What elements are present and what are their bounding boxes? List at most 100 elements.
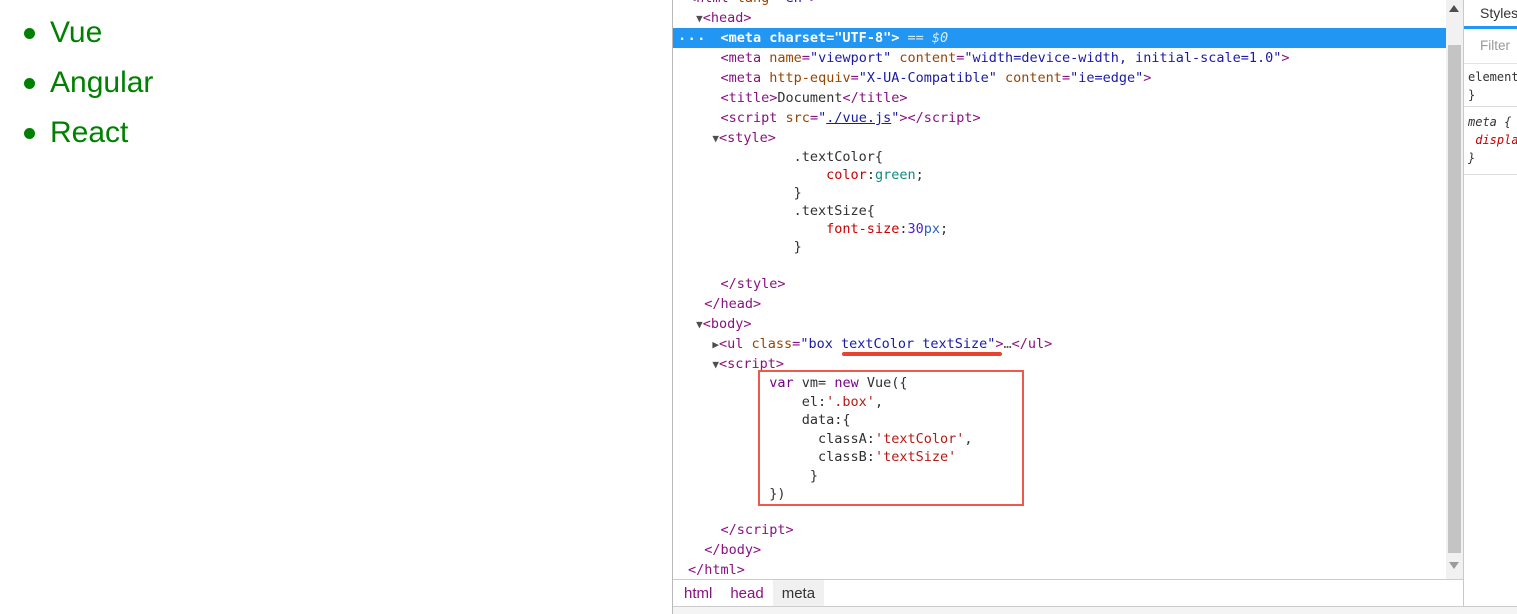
code-segment: .textSize{ <box>688 203 875 219</box>
code-segment: } <box>688 239 802 255</box>
code-segment <box>688 221 826 237</box>
style-rule[interactable]: element.style {} <box>1464 64 1517 107</box>
code-segment: <head> <box>703 10 752 26</box>
code-segment: : <box>867 167 875 183</box>
styles-sidebar: Styles Filter element.style {}meta { dis… <box>1463 0 1517 614</box>
code-segment <box>688 110 721 126</box>
dom-tree-row[interactable]: .textColor{ <box>673 148 1446 166</box>
code-segment: </head> <box>704 296 761 312</box>
code-segment: Document <box>777 90 842 106</box>
code-segment: "en" <box>777 0 810 6</box>
selected-row-gutter-dots-icon[interactable]: ... <box>678 26 707 46</box>
code-segment: == <box>907 30 931 46</box>
code-segment: = <box>851 70 859 86</box>
code-segment: </ul> <box>1012 336 1053 352</box>
dom-tree-row-selected[interactable]: <meta charset="UTF-8"> == $0... <box>673 28 1446 48</box>
dom-tree-row[interactable]: .textSize{ <box>673 202 1446 220</box>
code-segment: <meta <box>721 50 770 66</box>
dom-tree-row[interactable]: </script> <box>673 520 1446 540</box>
code-segment: <style> <box>719 130 776 146</box>
code-segment: ; <box>940 221 948 237</box>
styles-sections: element.style {}meta { display: none;} <box>1464 64 1517 175</box>
breadcrumb-item-head[interactable]: head <box>721 580 772 607</box>
style-rule[interactable]: meta { display: none;} <box>1464 107 1517 175</box>
elements-scrollbar[interactable] <box>1446 0 1463 579</box>
scrollbar-up-arrow-icon[interactable] <box>1449 5 1459 12</box>
code-segment: content <box>899 50 956 66</box>
scrollbar-thumb[interactable] <box>1448 45 1461 553</box>
bullet-icon <box>24 78 35 89</box>
drawer-strip <box>673 606 1517 614</box>
style-rule-line: display: none; <box>1468 131 1517 149</box>
code-segment: … <box>1004 336 1012 352</box>
dom-tree-row[interactable]: <meta name="viewport" content="width=dev… <box>673 48 1446 68</box>
code-segment: " <box>818 110 826 126</box>
dom-tree-row[interactable]: <html lang="en"> <box>673 0 1446 8</box>
dom-tree-row[interactable] <box>673 256 1446 274</box>
code-segment <box>688 90 721 106</box>
dom-tree-row[interactable]: ▼<style> <box>673 128 1446 148</box>
code-segment: "box textColor textSize" <box>800 336 995 352</box>
code-segment: content <box>1005 70 1062 86</box>
code-segment <box>688 296 704 312</box>
code-segment: > <box>1281 50 1289 66</box>
list-item: Vue <box>0 8 672 58</box>
bullet-icon <box>24 128 35 139</box>
code-segment: <html <box>688 0 737 6</box>
code-segment: name <box>769 50 802 66</box>
scrollbar-down-arrow-icon[interactable] <box>1449 562 1459 569</box>
style-rule-line: element.style { <box>1468 68 1517 86</box>
code-segment: $0 <box>932 30 948 46</box>
code-segment: } <box>688 185 802 201</box>
dom-tree-row[interactable]: </body> <box>673 540 1446 560</box>
code-segment: class <box>752 336 793 352</box>
code-segment: font-size <box>826 221 899 237</box>
dom-tree-row[interactable]: } <box>673 238 1446 256</box>
dom-tree-row[interactable]: ▼<body> <box>673 314 1446 334</box>
code-segment <box>688 130 712 146</box>
breadcrumb: htmlheadmeta <box>673 579 1465 607</box>
code-segment: http-equiv <box>769 70 850 86</box>
dom-tree-row[interactable]: font-size:30px; <box>673 220 1446 238</box>
dom-tree-row[interactable]: </style> <box>673 274 1446 294</box>
list-item-text: React <box>50 118 128 148</box>
code-segment: ▼ <box>696 318 703 331</box>
dom-tree-row[interactable]: <title>Document</title> <box>673 88 1446 108</box>
dom-tree-row[interactable]: color:green; <box>673 166 1446 184</box>
dom-tree-row[interactable]: } <box>673 184 1446 202</box>
tab-styles[interactable]: Styles <box>1464 0 1517 27</box>
annotation-box <box>758 370 1024 506</box>
code-segment <box>997 70 1005 86</box>
code-segment <box>688 70 721 86</box>
dom-tree-row[interactable]: ▼<head> <box>673 8 1446 28</box>
styles-filter-input[interactable]: Filter <box>1464 29 1517 63</box>
code-segment: 30 <box>907 221 923 237</box>
code-segment: <meta <box>721 70 770 86</box>
breadcrumb-item-meta[interactable]: meta <box>773 580 824 607</box>
code-segment <box>688 522 721 538</box>
code-segment: = <box>1062 70 1070 86</box>
dom-tree-row[interactable]: ▶<ul class="box textColor textSize">…</u… <box>673 334 1446 354</box>
code-segment: <body> <box>703 316 752 332</box>
code-segment: </script> <box>908 110 981 126</box>
code-segment: > <box>810 0 818 6</box>
dom-tree-row[interactable]: </head> <box>673 294 1446 314</box>
style-rule-line: } <box>1468 149 1517 167</box>
code-segment <box>688 356 712 372</box>
code-segment: > <box>1143 70 1151 86</box>
breadcrumb-item-html[interactable]: html <box>675 580 721 607</box>
dom-tree-row[interactable]: </html> <box>673 560 1446 580</box>
code-segment <box>688 167 826 183</box>
style-rule-line: meta { <box>1468 113 1517 131</box>
dom-tree-row[interactable]: <script src="./vue.js"></script> <box>673 108 1446 128</box>
code-segment: <script <box>721 110 786 126</box>
code-segment: = <box>810 110 818 126</box>
dom-tree-row[interactable]: <meta http-equiv="X-UA-Compatible" conte… <box>673 68 1446 88</box>
style-rule-line: } <box>1468 86 1517 104</box>
code-segment: > <box>899 110 907 126</box>
code-segment: </style> <box>721 276 786 292</box>
list-item-text: Angular <box>50 68 153 98</box>
code-segment: </title> <box>842 90 907 106</box>
list-item-text: Vue <box>50 18 102 48</box>
bullet-icon <box>24 28 35 39</box>
